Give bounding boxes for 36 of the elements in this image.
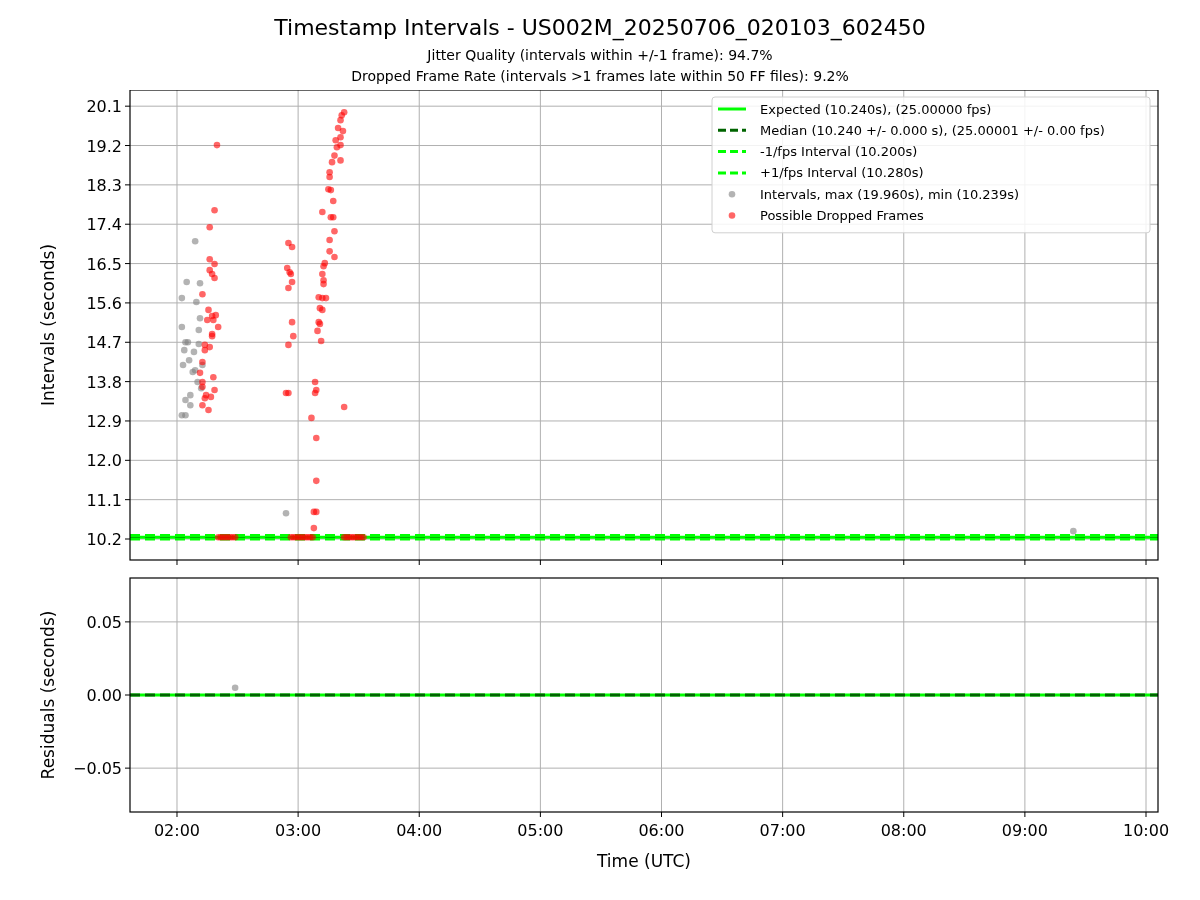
- y-axis-label: Intervals (seconds): [38, 243, 58, 407]
- x-tick-label: 03:00: [275, 821, 322, 840]
- legend-label: Expected (10.240s), (25.00000 fps): [760, 101, 992, 117]
- y-tick-label: 14.7: [86, 333, 122, 353]
- y-tick-label: 13.8: [86, 372, 122, 392]
- y-tick-label: 16.5: [86, 254, 122, 274]
- legend-label: Possible Dropped Frames: [760, 208, 924, 223]
- x-tick-label: 10:00: [1122, 821, 1170, 840]
- figure-subtitle: Jitter Quality (intervals within +/-1 frame): 94.7%: [427, 46, 773, 65]
- figure-title: Timestamp Intervals - US002M_20250706_020103_602450: [274, 14, 926, 42]
- y-tick-label: 12.9: [86, 411, 122, 431]
- y-tick-label: 20.1: [86, 97, 122, 117]
- x-tick-label: 05:00: [517, 821, 564, 840]
- x-axis-label: Time (UTC): [597, 851, 691, 871]
- y-tick-label: 17.4: [86, 215, 122, 235]
- y-tick-label: 18.3: [86, 175, 122, 195]
- y-tick-label: 12.0: [86, 451, 122, 471]
- y-tick-label: −0.05: [72, 759, 122, 779]
- figure-subtitle: Dropped Frame Rate (intervals >1 frames late within 50 FF files): 9.2%: [351, 67, 849, 86]
- y-tick-label: 0.00: [86, 686, 122, 705]
- x-tick-label: 08:00: [880, 821, 927, 840]
- x-tick-label: 04:00: [396, 821, 443, 840]
- y-tick-label: 19.2: [86, 136, 122, 156]
- y-tick-label: 0.05: [86, 612, 122, 632]
- legend-label: Intervals, max (19.960s), min (10.239s): [760, 186, 1019, 202]
- x-tick-label: 09:00: [1001, 821, 1048, 840]
- legend-label: +1/fps Interval (10.280s): [760, 165, 924, 181]
- y-tick-label: 15.6: [86, 293, 122, 313]
- x-tick-label: 07:00: [759, 821, 806, 840]
- x-tick-label: 02:00: [153, 821, 201, 840]
- legend-label: Median (10.240 +/- 0.000 s), (25.00001 +/- 0.00 fps): [760, 122, 1105, 138]
- y-axis-label: Residuals (seconds): [38, 610, 58, 780]
- y-tick-label: 11.1: [86, 490, 122, 510]
- legend-label: -1/fps Interval (10.200s): [760, 144, 918, 160]
- x-tick-label: 06:00: [638, 821, 685, 840]
- y-tick-label: 10.2: [86, 530, 122, 549]
